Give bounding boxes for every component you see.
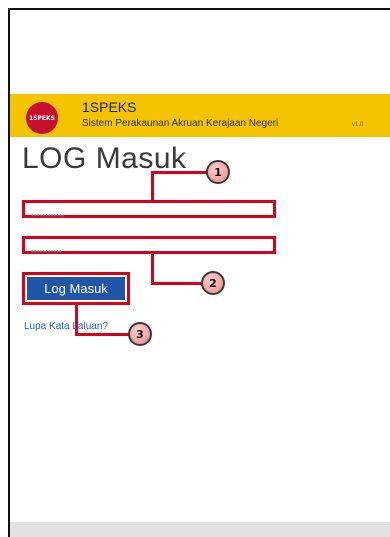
callout-2-badge: 2 [201,271,225,295]
callout-3-connector-horizontal [75,333,130,336]
bottom-bar [10,522,390,537]
username-input[interactable] [25,209,273,222]
password-field-wrapper [22,236,276,258]
forgot-password-link[interactable]: Lupa Kata Laluan? [24,321,108,332]
app-subtitle: Sistem Perakaunan Akruan Kerajaan Negeri [82,118,279,129]
callout-2-connector-vertical [151,254,154,284]
app-name: 1SPEKS [82,99,137,115]
version-label: v1.0 [352,122,364,128]
login-button[interactable]: Log Masuk [22,272,130,305]
callout-3-connector-vertical [75,305,78,336]
username-field-wrapper [22,200,276,222]
callout-1-badge: 1 [206,160,230,184]
logo-text: 1SPEKS [29,114,55,122]
password-input[interactable] [25,245,273,258]
callout-3-badge: 3 [128,322,152,346]
callout-1-connector-vertical [151,171,154,200]
callout-2-connector-horizontal [151,282,203,285]
callout-1-connector-horizontal [151,171,208,174]
header-band [10,94,390,137]
logo: 1SPEKS [26,102,58,134]
login-button-label: Log Masuk [27,277,125,300]
